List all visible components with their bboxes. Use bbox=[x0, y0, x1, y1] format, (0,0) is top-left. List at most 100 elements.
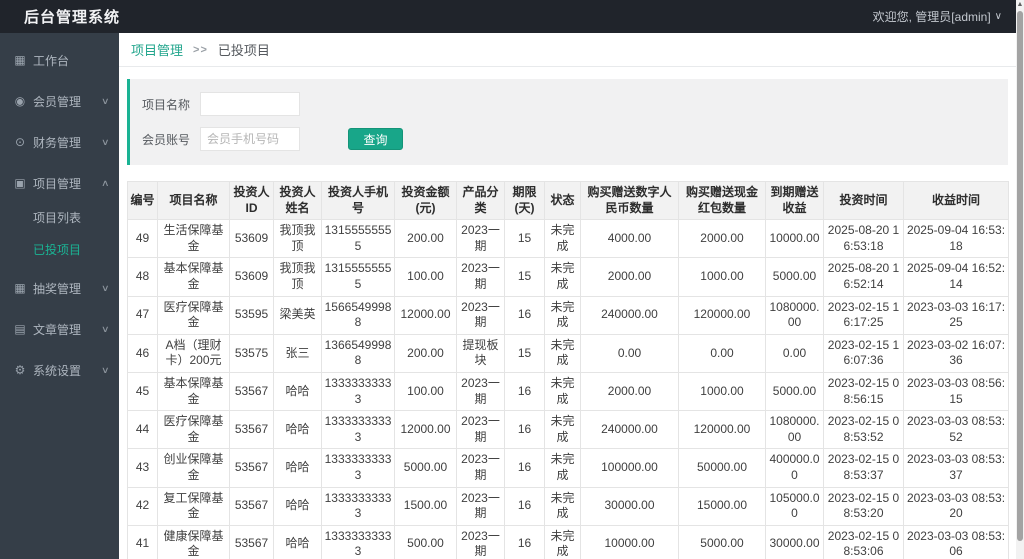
table-row: 42 复工保障基金 53567 哈哈 13333333333 1500.00 2023一期 1… bbox=[127, 486, 1009, 526]
sidebar-subitem-项目列表[interactable]: 项目列表 bbox=[0, 205, 119, 229]
welcome-text: 欢迎您, 管理员[admin] bbox=[872, 10, 991, 24]
table-cell: 13333333333 bbox=[321, 486, 395, 526]
table-cell: 53609 bbox=[229, 219, 274, 259]
table-cell: 未完成 bbox=[544, 448, 581, 488]
table-row: 47 医疗保障基金 53595 梁美英 15665499988 12000.00 2023一… bbox=[127, 295, 1009, 335]
table-cell: 2025-09-04 16:53:18 bbox=[903, 219, 1009, 259]
table-cell: 基本保障基金 bbox=[157, 371, 230, 412]
search-button[interactable]: 查询 bbox=[348, 128, 403, 150]
column-header: 产品分类 bbox=[456, 180, 505, 221]
table-cell: 2023-02-15 08:53:37 bbox=[823, 448, 904, 488]
table-cell: 2000.00 bbox=[580, 257, 679, 297]
table-cell: 2023-02-15 16:17:25 bbox=[823, 295, 904, 335]
table-cell: 提现板块 bbox=[456, 333, 505, 373]
top-header: 后台管理系统 欢迎您, 管理员[admin] ∨ bbox=[0, 0, 1024, 33]
table-cell: 120000.00 bbox=[678, 295, 766, 335]
table-cell: 2023-03-03 08:53:37 bbox=[903, 448, 1009, 488]
column-header: 购买赠送数字人民币数量 bbox=[580, 180, 679, 221]
table-cell: 13155555555 bbox=[321, 219, 395, 259]
table-cell: 240000.00 bbox=[580, 410, 679, 450]
table-row: 45 基本保障基金 53567 哈哈 13333333333 100.00 2023一期 16… bbox=[127, 371, 1009, 412]
table-cell: 未完成 bbox=[544, 295, 581, 335]
sidebar-item-会员管理[interactable]: ◉ 会员管理 ∨ bbox=[0, 87, 119, 115]
table-cell: 哈哈 bbox=[273, 448, 322, 488]
table-cell: 2000.00 bbox=[580, 371, 679, 412]
finance-icon: ⊙ bbox=[14, 135, 26, 149]
table-row: 44 医疗保障基金 53567 哈哈 13333333333 12000.00 2023一期… bbox=[127, 410, 1009, 450]
table-cell: 健康保障基金 bbox=[157, 524, 230, 559]
table-cell: 2023一期 bbox=[456, 524, 505, 559]
sidebar-item-财务管理[interactable]: ⊙ 财务管理 ∨ bbox=[0, 128, 119, 156]
table-cell: 5000.00 bbox=[678, 524, 766, 559]
table-cell: 未完成 bbox=[544, 524, 581, 559]
member-account-input[interactable] bbox=[200, 127, 300, 151]
search-row-project: 项目名称 bbox=[142, 92, 1008, 116]
scroll-up-arrow-icon[interactable]: ▲ bbox=[1016, 0, 1024, 10]
project-name-input[interactable] bbox=[200, 92, 300, 116]
table-cell: 未完成 bbox=[544, 257, 581, 297]
chevron-down-icon: ∨ bbox=[101, 95, 110, 106]
table-cell: 2023-02-15 08:53:52 bbox=[823, 410, 904, 450]
column-header: 投资金额(元) bbox=[394, 180, 457, 221]
lottery-icon: ▦ bbox=[14, 281, 26, 295]
sidebar-item-label: 抽奖管理 bbox=[33, 281, 82, 296]
table-cell: 2023-02-15 08:53:06 bbox=[823, 524, 904, 559]
sidebar-item-项目管理[interactable]: ▣ 项目管理 ∧ bbox=[0, 169, 119, 197]
column-header: 投资人ID bbox=[229, 180, 274, 221]
main-content: 项目管理 >> 已投项目 项目名称 会员账号 查询 编号项目名称投资人ID投资人… bbox=[119, 33, 1016, 559]
chevron-down-icon: ∨ bbox=[101, 282, 110, 293]
vertical-scrollbar[interactable]: ▲ bbox=[1016, 0, 1024, 559]
table-cell: 16 bbox=[504, 410, 545, 450]
table-cell: 我顶我顶 bbox=[273, 219, 322, 259]
table-cell: 200.00 bbox=[394, 219, 457, 259]
table-cell: 2023-03-02 16:07:36 bbox=[903, 333, 1009, 373]
chevron-down-icon: ∨ bbox=[101, 323, 110, 334]
table-cell: 1080000.00 bbox=[765, 410, 824, 450]
table-cell: 46 bbox=[127, 333, 158, 373]
table-row: 49 生活保障基金 53609 我顶我顶 13155555555 200.00 2023一期… bbox=[127, 219, 1009, 259]
table-cell: 未完成 bbox=[544, 333, 581, 373]
table-cell: 5000.00 bbox=[765, 371, 824, 412]
user-menu[interactable]: 欢迎您, 管理员[admin] ∨ bbox=[873, 8, 1024, 25]
table-cell: 哈哈 bbox=[273, 410, 322, 450]
table-cell: 未完成 bbox=[544, 219, 581, 259]
table-cell: 47 bbox=[127, 295, 158, 335]
table-cell: 15 bbox=[504, 257, 545, 297]
column-header: 状态 bbox=[544, 180, 581, 221]
chevron-down-icon: ∨ bbox=[994, 11, 1002, 22]
table-cell: 2023一期 bbox=[456, 448, 505, 488]
table-cell: 1500.00 bbox=[394, 486, 457, 526]
table-cell: 2023一期 bbox=[456, 295, 505, 335]
table-cell: 2023-02-15 16:07:36 bbox=[823, 333, 904, 373]
breadcrumb-parent-link[interactable]: 项目管理 bbox=[131, 40, 183, 59]
sidebar-subitem-已投项目[interactable]: 已投项目 bbox=[0, 237, 119, 261]
sidebar-item-工作台[interactable]: ▦ 工作台 bbox=[0, 46, 119, 74]
table-cell: 生活保障基金 bbox=[157, 219, 230, 259]
scrollbar-thumb[interactable] bbox=[1017, 11, 1023, 541]
table-cell: 15 bbox=[504, 333, 545, 373]
table-cell: 医疗保障基金 bbox=[157, 295, 230, 335]
search-panel: 项目名称 会员账号 查询 bbox=[127, 79, 1008, 165]
sidebar-item-文章管理[interactable]: ▤ 文章管理 ∨ bbox=[0, 315, 119, 343]
table-cell: 500.00 bbox=[394, 524, 457, 559]
table-cell: 100.00 bbox=[394, 257, 457, 297]
gear-icon: ⚙ bbox=[14, 363, 26, 377]
table-cell: 2023一期 bbox=[456, 257, 505, 297]
table-cell: 创业保障基金 bbox=[157, 448, 230, 488]
table-cell: 2023一期 bbox=[456, 371, 505, 412]
table-cell: 53567 bbox=[229, 448, 274, 488]
table-cell: 1000.00 bbox=[678, 257, 766, 297]
table-cell: 2025-09-04 16:52:14 bbox=[903, 257, 1009, 297]
sidebar-item-抽奖管理[interactable]: ▦ 抽奖管理 ∨ bbox=[0, 274, 119, 302]
sidebar: ▦ 工作台 ◉ 会员管理 ∨ ⊙ 财务管理 ∨ ▣ 项目管理 ∧ 项目列表 已投项目 ▦ 抽奖管理 ∨ ▤ 文章管… bbox=[0, 33, 119, 559]
table-cell: 5000.00 bbox=[765, 257, 824, 297]
table-cell: 13333333333 bbox=[321, 410, 395, 450]
table-cell: 10000.00 bbox=[580, 524, 679, 559]
sidebar-item-系统设置[interactable]: ⚙ 系统设置 ∨ bbox=[0, 356, 119, 384]
table-cell: 哈哈 bbox=[273, 371, 322, 412]
table-cell: 16 bbox=[504, 486, 545, 526]
table-cell: 53567 bbox=[229, 371, 274, 412]
table-cell: 16 bbox=[504, 448, 545, 488]
table-cell: 49 bbox=[127, 219, 158, 259]
table-row: 43 创业保障基金 53567 哈哈 13333333333 5000.00 2023一期 1… bbox=[127, 448, 1009, 488]
